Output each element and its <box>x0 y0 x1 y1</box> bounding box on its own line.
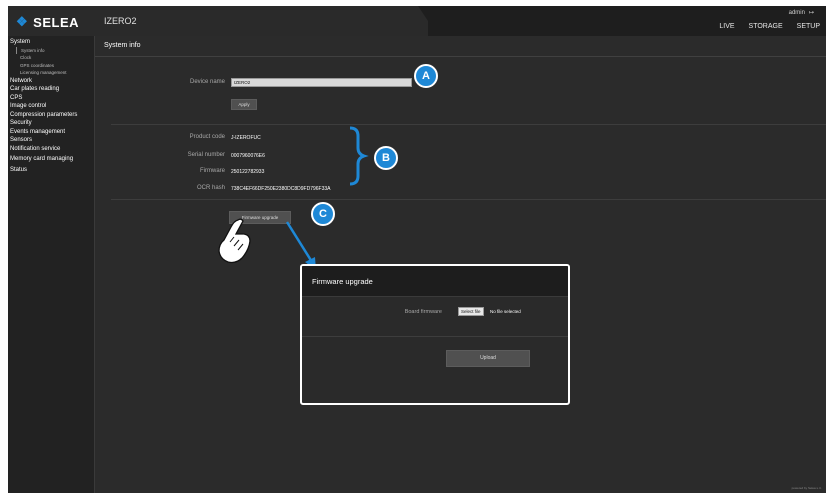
sidebar-item-memory-card[interactable]: Memory card managing <box>8 155 94 164</box>
username: admin <box>788 9 805 16</box>
sidebar-item-cps[interactable]: CPS <box>8 94 94 103</box>
device-title: IZERO2 <box>104 16 137 26</box>
sidebar-item-system[interactable]: System <box>8 38 94 47</box>
sidebar-item-status[interactable]: Status <box>8 166 94 175</box>
brand-logo: ❖ SELEA <box>16 14 79 30</box>
nav-live[interactable]: LIVE <box>719 23 734 30</box>
apply-button[interactable]: Apply <box>231 99 257 110</box>
sidebar-item-compression[interactable]: Compression parameters <box>8 111 94 120</box>
firmware-upgrade-dialog: Firmware upgrade Board firmware Select f… <box>300 264 570 405</box>
firmware-label: Firmware <box>200 168 225 174</box>
firmware-upgrade-button[interactable]: Firmware upgrade <box>229 211 291 224</box>
sidebar-item-image-control[interactable]: Image control <box>8 102 94 111</box>
sidebar-subitem-clock[interactable]: Clock <box>8 54 94 62</box>
brand-name: SELEA <box>33 14 79 30</box>
sidebar-subitem-system-info[interactable]: System info <box>16 46 94 54</box>
sidebar-item-notification[interactable]: Notification service <box>8 145 94 154</box>
annotation-badge-b: B <box>374 146 398 170</box>
serial-number-value: 0007960076E6 <box>231 153 265 159</box>
serial-number-label: Serial number <box>187 152 225 158</box>
board-firmware-label: Board firmware <box>404 309 442 315</box>
divider-1 <box>111 124 826 125</box>
main-nav: LIVE STORAGE SETUP <box>719 23 820 30</box>
device-name-label: Device name <box>189 79 225 85</box>
dialog-divider <box>302 336 568 337</box>
selea-logo-icon: ❖ <box>16 14 29 29</box>
dialog-title: Firmware upgrade <box>312 277 373 286</box>
user-menu[interactable]: admin ↦ <box>788 9 814 17</box>
nav-setup[interactable]: SETUP <box>797 23 820 30</box>
sidebar-item-events[interactable]: Events management <box>8 128 94 137</box>
annotation-badge-c: C <box>311 202 335 226</box>
page-title: System info <box>104 42 141 49</box>
sidebar-item-sensors[interactable]: Sensors <box>8 136 94 145</box>
footer-note: powered by Selea s.r.l. <box>791 486 822 490</box>
annotation-badge-a: A <box>414 64 438 88</box>
sidebar-item-security[interactable]: Security <box>8 119 94 128</box>
sidebar-item-car-plates[interactable]: Car plates reading <box>8 85 94 94</box>
select-file-button[interactable]: Select file <box>458 307 484 316</box>
upload-button[interactable]: Upload <box>446 350 530 367</box>
divider-2 <box>111 199 826 200</box>
dialog-header: Firmware upgrade <box>302 266 568 297</box>
ocr-hash-value: 738C4EF66DF250E2380DC8D9FD796F33A <box>231 186 331 192</box>
sidebar: System System info Clock GPS coordinates… <box>8 36 95 493</box>
product-code-value: J-IZEROFUC <box>231 135 261 141</box>
sidebar-subitem-gps-coordinates[interactable]: GPS coordinates <box>8 62 94 70</box>
ocr-hash-label: OCR hash <box>196 185 225 191</box>
top-bar: ❖ SELEA IZERO2 admin ↦ LIVE STORAGE SETU… <box>8 6 826 36</box>
firmware-value: 250122782933 <box>231 169 265 175</box>
sidebar-subitem-licensing[interactable]: Licensing management <box>8 69 94 77</box>
no-file-status: No file selected <box>490 309 521 314</box>
product-code-label: Product code <box>189 134 225 140</box>
sidebar-item-network[interactable]: Network <box>8 77 94 86</box>
section-header: System info <box>95 36 826 57</box>
device-name-input[interactable]: IZERO2 <box>231 78 412 87</box>
logout-icon[interactable]: ↦ <box>809 9 814 16</box>
nav-storage[interactable]: STORAGE <box>749 23 783 30</box>
